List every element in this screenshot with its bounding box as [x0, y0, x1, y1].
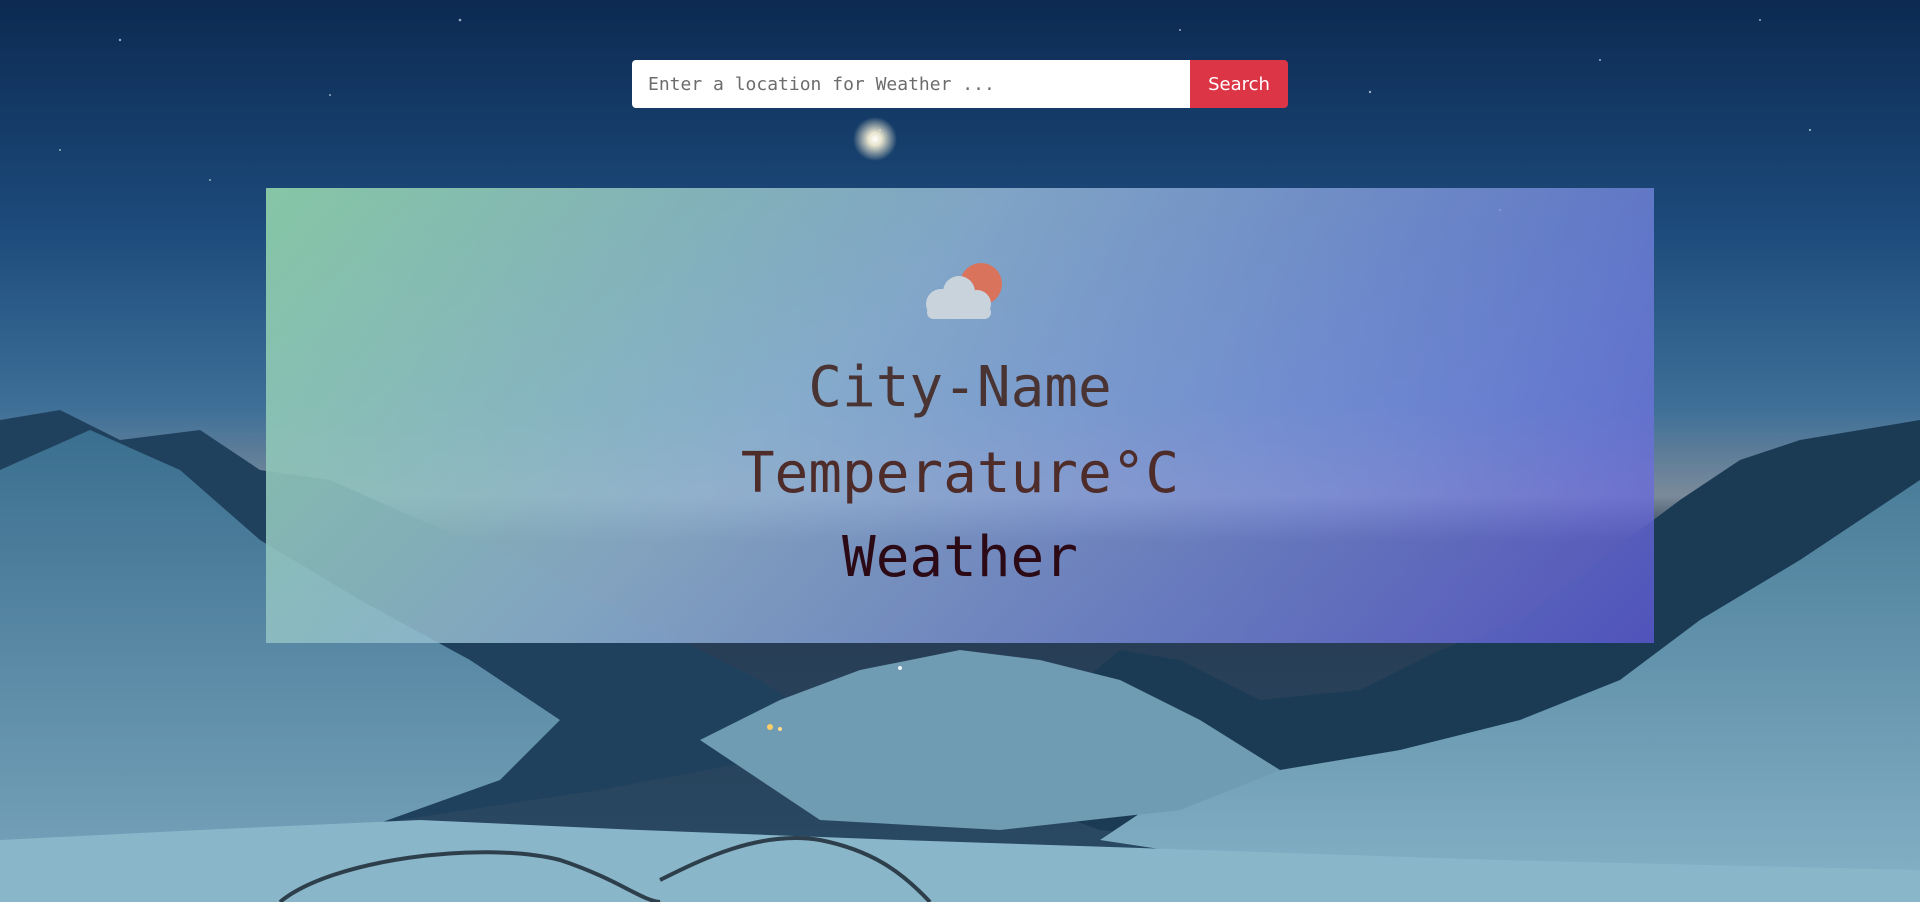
- city-name: City-Name: [808, 355, 1112, 420]
- search-bar: Search: [632, 60, 1288, 108]
- partly-cloudy-icon: [926, 263, 1002, 319]
- weather-condition: Weather: [841, 525, 1078, 590]
- weather-card: City-Name Temperature°C Weather: [266, 188, 1654, 643]
- search-button[interactable]: Search: [1190, 60, 1288, 108]
- temperature: Temperature°C: [740, 441, 1180, 506]
- location-search-input[interactable]: [632, 60, 1190, 108]
